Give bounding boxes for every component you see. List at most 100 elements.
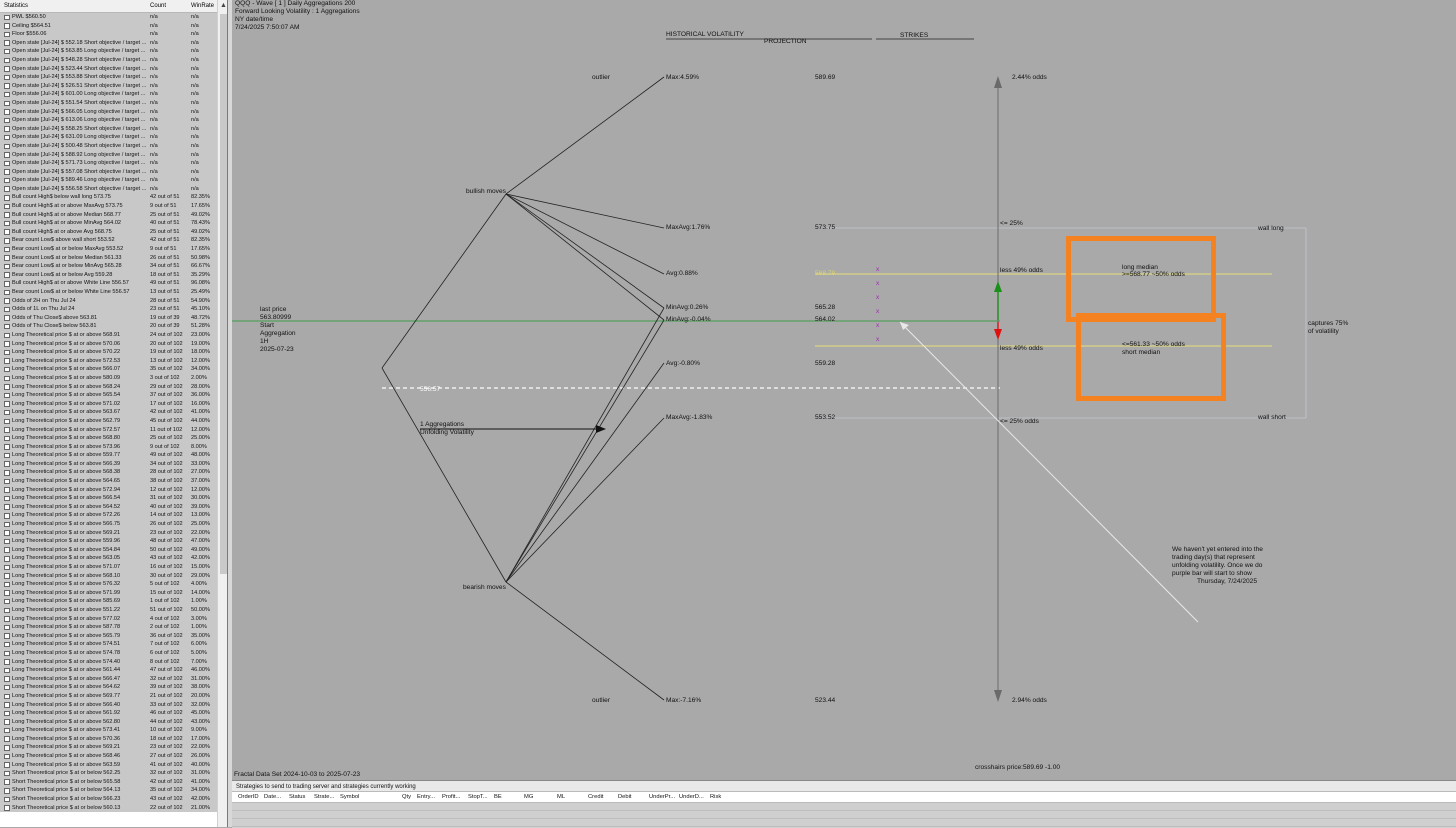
row-checkbox[interactable] xyxy=(4,504,10,510)
row-checkbox[interactable] xyxy=(4,117,10,124)
statistics-row[interactable]: Open state [Jul-24] $ 601.00 Long object… xyxy=(0,90,217,99)
statistics-row[interactable]: Short Theoretical price $ at or below 56… xyxy=(0,803,217,813)
row-checkbox[interactable] xyxy=(4,753,10,760)
statistics-row[interactable]: Long Theoretical price $ at or above 564… xyxy=(0,502,217,512)
statistics-row[interactable]: Long Theoretical price $ at or above 585… xyxy=(0,597,217,606)
column-header[interactable]: Debit xyxy=(618,794,632,800)
column-header[interactable]: Symbol xyxy=(340,794,359,800)
statistics-row[interactable]: Long Theoretical price $ at or above 562… xyxy=(0,416,217,426)
row-checkbox[interactable] xyxy=(4,375,10,382)
statistics-row[interactable]: Long Theoretical price $ at or above 566… xyxy=(0,700,217,710)
statistics-row[interactable]: Long Theoretical price $ at or above 574… xyxy=(0,657,217,667)
row-checkbox[interactable] xyxy=(4,401,10,407)
statistics-row[interactable]: Open state [Jul-24] $ 631.09 Long object… xyxy=(0,133,217,142)
statistics-row[interactable]: Long Theoretical price $ at or above 554… xyxy=(0,545,217,555)
statistics-row[interactable]: Bull count High$ at or above Avg 568.75 2… xyxy=(0,227,217,237)
statistics-row[interactable]: Long Theoretical price $ at or above 570… xyxy=(0,348,217,357)
statistics-row[interactable]: Long Theoretical price $ at or above 565… xyxy=(0,631,217,641)
column-header[interactable]: Date... xyxy=(264,794,281,800)
statistics-row[interactable]: Long Theoretical price $ at or above 566… xyxy=(0,459,217,469)
row-checkbox[interactable] xyxy=(4,40,10,46)
row-checkbox[interactable] xyxy=(4,762,10,768)
row-checkbox[interactable] xyxy=(4,169,10,175)
row-checkbox[interactable] xyxy=(4,556,10,562)
row-checkbox[interactable] xyxy=(4,152,10,158)
row-checkbox[interactable] xyxy=(4,220,10,227)
row-checkbox[interactable] xyxy=(4,298,10,304)
column-header[interactable]: Qty xyxy=(402,794,411,800)
row-checkbox[interactable] xyxy=(4,650,10,657)
row-checkbox[interactable] xyxy=(4,573,10,579)
statistics-row[interactable]: Long Theoretical price $ at or above 577… xyxy=(0,614,217,624)
column-header[interactable]: UnderPr... xyxy=(649,794,675,800)
statistics-row[interactable]: Long Theoretical price $ at or above 569… xyxy=(0,691,217,701)
row-checkbox[interactable] xyxy=(4,624,10,631)
statistics-row[interactable]: Long Theoretical price $ at or above 572… xyxy=(0,356,217,366)
row-checkbox[interactable] xyxy=(4,564,10,571)
statistics-row[interactable]: Odds of 1L on Thu Jul 24 23 out of 51 45.1… xyxy=(0,305,217,314)
row-checkbox[interactable] xyxy=(4,418,10,424)
statistics-row[interactable]: Long Theoretical price $ at or above 580… xyxy=(0,373,217,383)
row-checkbox[interactable] xyxy=(4,745,10,751)
column-header[interactable]: MG xyxy=(524,794,533,800)
column-header[interactable]: Strate... xyxy=(314,794,334,800)
row-checkbox[interactable] xyxy=(4,126,10,132)
statistics-row[interactable]: Long Theoretical price $ at or above 570… xyxy=(0,734,217,744)
statistics-row[interactable]: Odds of 2H on Thu Jul 24 28 out of 51 54.9… xyxy=(0,296,217,306)
statistics-row[interactable]: Long Theoretical price $ at or above 563… xyxy=(0,760,217,770)
statistics-row[interactable]: Ceiling $564.51 n/a n/a xyxy=(0,21,217,31)
statistics-row[interactable]: Long Theoretical price $ at or above 551… xyxy=(0,605,217,615)
row-checkbox[interactable] xyxy=(4,341,10,347)
row-checkbox[interactable] xyxy=(4,470,10,476)
row-checkbox[interactable] xyxy=(4,100,10,107)
statistics-row[interactable]: Long Theoretical price $ at or above 565… xyxy=(0,391,217,400)
row-checkbox[interactable] xyxy=(4,323,10,330)
row-checkbox[interactable] xyxy=(4,478,10,485)
statistics-row[interactable]: Long Theoretical price $ at or above 566… xyxy=(0,365,217,374)
row-checkbox[interactable] xyxy=(4,143,10,149)
statistics-row[interactable]: Bull count High$ below wall long 573.75 4… xyxy=(0,193,217,203)
statistics-row[interactable]: Bear count Low$ at or below MaxAvg 553.5… xyxy=(0,245,217,254)
statistics-row[interactable]: Long Theoretical price $ at or above 572… xyxy=(0,511,217,521)
row-checkbox[interactable] xyxy=(4,229,10,235)
statistics-row[interactable]: Long Theoretical price $ at or above 568… xyxy=(0,571,217,581)
statistics-row[interactable]: Long Theoretical price $ at or above 571… xyxy=(0,563,217,572)
statistics-row[interactable]: Open state [Jul-24] $ 558.25 Short objec… xyxy=(0,124,217,134)
column-header[interactable]: ML xyxy=(557,794,565,800)
statistics-row[interactable]: Long Theoretical price $ at or above 568… xyxy=(0,434,217,443)
row-checkbox[interactable] xyxy=(4,238,10,244)
row-checkbox[interactable] xyxy=(4,349,10,356)
statistics-row[interactable]: Short Theoretical price $ at or below 56… xyxy=(0,786,217,796)
row-checkbox[interactable] xyxy=(4,306,10,313)
statistics-row[interactable]: Long Theoretical price $ at or above 561… xyxy=(0,666,217,675)
statistics-row[interactable]: Long Theoretical price $ at or above 571… xyxy=(0,588,217,598)
statistics-row[interactable]: Open state [Jul-24] $ 553.88 Short objec… xyxy=(0,73,217,82)
statistics-row[interactable]: Open state [Jul-24] $ 588.92 Long object… xyxy=(0,150,217,160)
row-checkbox[interactable] xyxy=(4,83,10,89)
row-checkbox[interactable] xyxy=(4,66,10,72)
row-checkbox[interactable] xyxy=(4,212,10,218)
statistics-scrollbar[interactable]: ▲ xyxy=(217,0,227,827)
row-checkbox[interactable] xyxy=(4,109,10,115)
row-checkbox[interactable] xyxy=(4,409,10,416)
statistics-row[interactable]: Bear count Low$ at or below Avg 559.28 18… xyxy=(0,270,217,280)
row-checkbox[interactable] xyxy=(4,667,10,674)
row-checkbox[interactable] xyxy=(4,598,10,605)
statistics-row[interactable]: Long Theoretical price $ at or above 574… xyxy=(0,640,217,649)
row-checkbox[interactable] xyxy=(4,633,10,639)
column-header[interactable]: Entry... xyxy=(417,794,435,800)
scroll-up-arrow-icon[interactable]: ▲ xyxy=(220,2,227,9)
row-checkbox[interactable] xyxy=(4,358,10,364)
row-checkbox[interactable] xyxy=(4,693,10,699)
row-checkbox[interactable] xyxy=(4,263,10,270)
row-checkbox[interactable] xyxy=(4,495,10,502)
statistics-row[interactable]: Long Theoretical price $ at or above 570… xyxy=(0,339,217,349)
column-header[interactable]: Credit xyxy=(588,794,603,800)
row-checkbox[interactable] xyxy=(4,203,10,210)
statistics-row[interactable]: Short Theoretical price $ at or below 56… xyxy=(0,795,217,804)
row-checkbox[interactable] xyxy=(4,392,10,399)
statistics-row[interactable]: Odds of Thu Close$ below 563.81 20 out of… xyxy=(0,322,217,331)
row-checkbox[interactable] xyxy=(4,710,10,717)
row-checkbox[interactable] xyxy=(4,788,10,794)
row-checkbox[interactable] xyxy=(4,513,10,519)
